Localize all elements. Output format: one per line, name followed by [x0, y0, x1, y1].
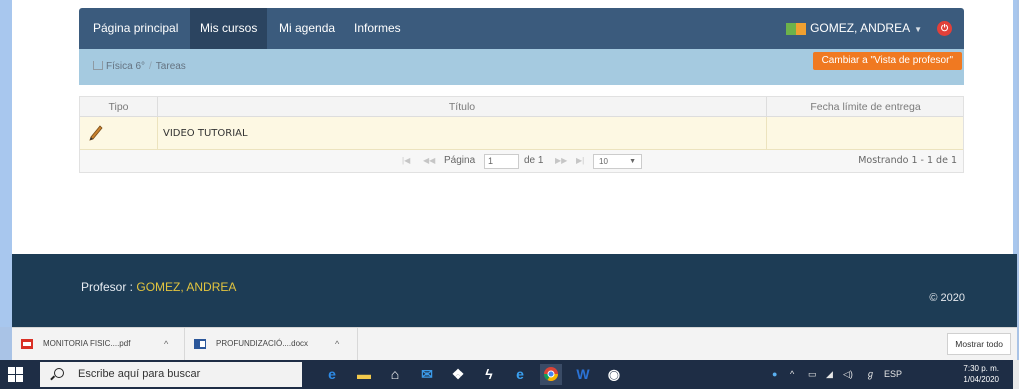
browser-page: Página principal Mis cursos Mi agenda In…	[12, 0, 1017, 327]
tasks-grid: Tipo Título Fecha límite de entrega VIDE…	[79, 96, 964, 173]
mail-icon[interactable]: ✉	[416, 364, 438, 385]
download-item[interactable]: PROFUNDIZACIÓ....docx ^	[185, 328, 358, 360]
column-due-date[interactable]: Fecha límite de entrega	[767, 97, 964, 117]
chevron-down-icon: ▼	[914, 25, 922, 34]
windows-start-icon[interactable]	[8, 367, 23, 382]
download-filename: MONITORIA FISIC....pdf	[43, 339, 131, 348]
nav-my-courses[interactable]: Mis cursos	[190, 8, 268, 49]
windows-taskbar: Escribe aquí para buscar e ▬ ⌂ ✉ ❖ ϟ e W…	[0, 360, 1019, 389]
user-name: GOMEZ, ANDREA	[810, 21, 911, 35]
page-input[interactable]: 1	[484, 154, 519, 169]
page-footer: Profesor : GOMEZ, ANDREA © 2020	[12, 254, 1017, 327]
breadcrumb-current: Tareas	[155, 61, 186, 72]
media-player-icon[interactable]: ◉	[603, 364, 625, 385]
grid-pager: |◀ ◀◀ Página 1 de 1 ▶▶ ▶| 10 ▼ Mostrando …	[80, 150, 963, 172]
show-all-downloads-button[interactable]: Mostrar todo	[947, 333, 1011, 355]
pen-icon[interactable]: ℊ	[866, 360, 875, 389]
user-menu[interactable]: GOMEZ, ANDREA ▼	[786, 8, 922, 49]
row-divider	[157, 117, 158, 150]
last-page-icon[interactable]: ▶|	[576, 150, 584, 172]
window-left-border	[0, 0, 12, 327]
page-size-select[interactable]: 10 ▼	[593, 154, 642, 169]
first-page-icon[interactable]: |◀	[402, 150, 410, 172]
top-navbar: Página principal Mis cursos Mi agenda In…	[79, 8, 964, 49]
pencil-icon	[89, 125, 103, 141]
column-title[interactable]: Título	[158, 97, 767, 117]
copyright: © 2020	[929, 292, 965, 304]
breadcrumb-course[interactable]: Física 6°	[106, 61, 145, 72]
flash-icon[interactable]: ϟ	[478, 364, 500, 385]
download-filename: PROFUNDIZACIÓ....docx	[216, 339, 309, 348]
table-row[interactable]: VIDEO TUTORIAL	[80, 117, 963, 150]
word-icon[interactable]: W	[572, 364, 594, 385]
chevron-up-icon[interactable]: ^	[164, 328, 168, 360]
word-icon	[194, 339, 206, 349]
clock-date: 1/04/2020	[963, 375, 999, 384]
nav-agenda[interactable]: Mi agenda	[269, 8, 345, 49]
search-placeholder: Escribe aquí para buscar	[78, 368, 201, 380]
store-icon[interactable]: ⌂	[384, 364, 406, 385]
task-title[interactable]: VIDEO TUTORIAL	[163, 117, 248, 150]
home-icon[interactable]	[93, 61, 103, 70]
teacher-info: Profesor : GOMEZ, ANDREA	[81, 280, 236, 294]
page-label: Página	[444, 155, 476, 166]
teacher-label: Profesor :	[81, 280, 134, 294]
taskbar-search[interactable]: Escribe aquí para buscar	[40, 362, 302, 387]
clock-time: 7:30 p. m.	[963, 364, 999, 373]
help-icon[interactable]: ●	[772, 360, 777, 389]
grid-header: Tipo Título Fecha límite de entrega	[80, 97, 963, 117]
nav-reports[interactable]: Informes	[344, 8, 411, 49]
power-icon[interactable]: ⏻	[937, 21, 952, 36]
column-type[interactable]: Tipo	[80, 97, 158, 117]
breadcrumb: Física 6° / Tareas	[93, 49, 186, 85]
battery-icon[interactable]: ▭	[808, 360, 817, 389]
edge-icon[interactable]: e	[321, 364, 343, 385]
chevron-up-icon[interactable]: ^	[335, 328, 339, 360]
breadcrumb-separator: /	[149, 61, 152, 72]
download-item[interactable]: MONITORIA FISIC....pdf ^	[12, 328, 185, 360]
switch-teacher-view-button[interactable]: Cambiar a "Vista de profesor"	[812, 52, 962, 70]
show-desktop-button[interactable]	[1013, 360, 1019, 389]
chevron-up-icon[interactable]: ^	[790, 360, 794, 389]
row-divider	[766, 117, 767, 150]
chevron-down-icon: ▼	[629, 158, 636, 165]
breadcrumb-bar: Física 6° / Tareas Cambiar a "Vista de pro…	[79, 49, 964, 85]
internet-explorer-icon[interactable]: e	[509, 364, 531, 385]
records-summary: Mostrando 1 - 1 de 1	[858, 155, 957, 166]
pdf-icon	[21, 339, 33, 349]
teacher-name: GOMEZ, ANDREA	[136, 280, 237, 294]
downloads-bar: MONITORIA FISIC....pdf ^ PROFUNDIZACIÓ..…	[12, 327, 1017, 360]
nav-home[interactable]: Página principal	[83, 8, 188, 49]
user-avatar-icon	[786, 22, 807, 35]
prev-page-icon[interactable]: ◀◀	[423, 150, 435, 172]
file-explorer-icon[interactable]: ▬	[353, 364, 375, 385]
search-icon	[54, 368, 64, 378]
chrome-icon[interactable]	[540, 364, 562, 385]
page-count: de 1	[524, 155, 544, 166]
network-icon[interactable]: ◢	[826, 360, 833, 389]
taskbar-clock[interactable]: 7:30 p. m. 1/04/2020	[963, 363, 999, 385]
page-size-value: 10	[599, 157, 608, 166]
dropbox-icon[interactable]: ❖	[447, 364, 469, 385]
language-indicator[interactable]: ESP	[884, 360, 902, 389]
next-page-icon[interactable]: ▶▶	[555, 150, 567, 172]
volume-icon[interactable]: ◁)	[843, 360, 853, 389]
